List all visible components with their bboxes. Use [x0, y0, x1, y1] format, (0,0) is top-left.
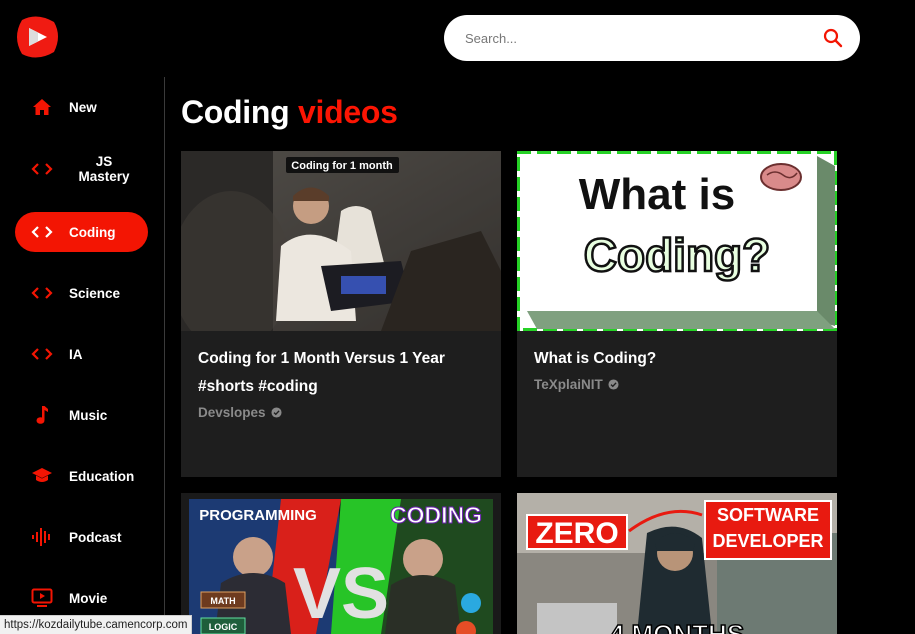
sidebar-item-js-mastery[interactable]: JS Mastery — [15, 149, 148, 189]
home-icon — [31, 96, 53, 118]
sidebar-item-science[interactable]: Science — [15, 273, 148, 313]
thumbnail-text-top: What is — [579, 170, 735, 219]
video-title[interactable]: Coding for 1 Month Versus 1 Year #shorts… — [198, 345, 488, 401]
sidebar-item-new[interactable]: New — [15, 87, 148, 127]
video-card[interactable]: PROGRAMMING CODING VS MATH LOGIC — [181, 493, 501, 634]
video-card[interactable]: ZERO SOFTWARE DEVELOPER 4 MONTHS — [517, 493, 837, 634]
verified-check-icon — [608, 379, 619, 390]
search-icon[interactable] — [822, 27, 844, 49]
thumbnail-tag: LOGIC — [209, 622, 238, 632]
page-title-main: Coding — [181, 94, 290, 130]
sidebar-item-label: Music — [69, 407, 108, 423]
page-title: Coding videos — [181, 94, 398, 131]
sidebar-item-label: Education — [69, 468, 135, 484]
sidebar-item-label: IA — [69, 346, 83, 362]
youtube-logo-icon[interactable] — [14, 14, 60, 60]
thumbnail-image: Coding for 1 month — [181, 151, 501, 331]
thumbnail-image: What is Coding? — [517, 151, 837, 331]
thumbnail-tag: MATH — [210, 596, 235, 606]
thumbnail-text-right-1: SOFTWARE — [717, 505, 819, 525]
video-thumbnail[interactable]: PROGRAMMING CODING VS MATH LOGIC — [181, 493, 501, 634]
sidebar-item-education[interactable]: Education — [15, 456, 148, 496]
sidebar-item-ia[interactable]: IA — [15, 334, 148, 374]
brain-icon — [760, 163, 802, 191]
graduation-cap-icon — [31, 465, 53, 487]
css3-icon — [461, 593, 481, 613]
code-icon — [31, 343, 53, 365]
search-input[interactable] — [463, 29, 822, 47]
channel-label: TeXplaiNIT — [534, 377, 603, 392]
thumbnail-text-right-2: DEVELOPER — [712, 531, 823, 551]
video-thumbnail[interactable]: ZERO SOFTWARE DEVELOPER 4 MONTHS — [517, 493, 837, 634]
channel-name[interactable]: TeXplaiNIT — [534, 377, 619, 392]
thumbnail-text-right: CODING — [390, 502, 482, 528]
verified-check-icon — [271, 407, 282, 418]
video-thumbnail[interactable]: What is Coding? — [517, 151, 837, 331]
sidebar-item-label: Movie — [69, 590, 108, 606]
tv-icon — [31, 587, 53, 609]
music-note-icon — [31, 404, 53, 426]
channel-name[interactable]: Devslopes — [198, 405, 282, 420]
sidebar-item-coding[interactable]: Coding — [15, 212, 148, 252]
page-title-accent: videos — [297, 94, 398, 130]
status-bar-url: https://kozdailytube.camencorp.com — [0, 615, 193, 634]
video-title[interactable]: What is Coding? — [534, 345, 824, 373]
video-thumbnail[interactable]: Coding for 1 month — [181, 151, 501, 331]
video-card[interactable]: Coding for 1 month Coding for 1 Month Ve… — [181, 151, 501, 477]
sidebar-item-label: Science — [69, 285, 121, 301]
thumbnail-text-bottom: 4 MONTHS — [610, 619, 744, 634]
sidebar-item-label: JS Mastery — [78, 154, 130, 184]
thumbnail-text-left: ZERO — [535, 517, 618, 550]
podcast-icon — [31, 526, 53, 548]
search-bar[interactable] — [444, 15, 860, 61]
code-icon — [31, 158, 53, 180]
video-card[interactable]: What is Coding? What is Coding? TeXplaiN… — [517, 151, 837, 477]
thumbnail-text-left: PROGRAMMING — [199, 507, 317, 524]
sidebar-item-label: New — [69, 99, 97, 115]
thumbnail-text-mid: VS — [293, 554, 389, 634]
sidebar-item-music[interactable]: Music — [15, 395, 148, 435]
sidebar-item-label: Podcast — [69, 529, 122, 545]
code-icon — [31, 282, 53, 304]
thumbnail-text-bottom: Coding? — [584, 229, 771, 281]
sidebar-item-movie[interactable]: Movie — [15, 578, 148, 618]
thumbnail-image: PROGRAMMING CODING VS MATH LOGIC — [181, 493, 501, 634]
thumbnail-caption: Coding for 1 month — [291, 160, 393, 172]
thumbnail-image: ZERO SOFTWARE DEVELOPER 4 MONTHS — [517, 493, 837, 634]
sidebar-item-label: Coding — [69, 224, 116, 240]
sidebar: New JS Mastery Coding Science IA Music E… — [0, 77, 165, 634]
sidebar-item-podcast[interactable]: Podcast — [15, 517, 148, 557]
code-icon — [31, 221, 53, 243]
channel-label: Devslopes — [198, 405, 266, 420]
